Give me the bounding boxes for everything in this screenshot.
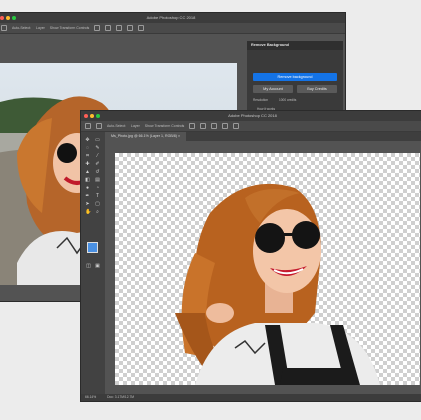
eyedropper-icon[interactable]: ⁄ xyxy=(95,154,100,159)
home-icon[interactable] xyxy=(85,123,91,130)
credits-value: 1000 credits xyxy=(279,98,297,102)
zoom-dot[interactable] xyxy=(96,114,100,118)
eraser-icon[interactable]: ◧ xyxy=(85,178,90,183)
back-options-bar: Auto-Select: Layer Show Transform Contro… xyxy=(0,23,345,34)
close-dot[interactable] xyxy=(0,16,4,20)
move-icon[interactable] xyxy=(1,25,7,32)
history-brush-icon[interactable]: ↺ xyxy=(95,170,100,175)
front-title-bar: Adobe Photoshop CC 2018 xyxy=(81,111,421,121)
align-left-icon[interactable] xyxy=(189,123,196,130)
remove-background-button[interactable]: Remove background xyxy=(253,73,337,81)
document-info: Doc: 3.17M/12.7M xyxy=(107,395,135,399)
quick-select-icon[interactable]: ✎ xyxy=(95,146,100,151)
foreground-color-swatch[interactable] xyxy=(87,242,98,253)
marquee-icon[interactable]: ▭ xyxy=(95,138,100,143)
align-left-icon[interactable] xyxy=(94,25,101,32)
minimize-dot[interactable] xyxy=(6,16,10,20)
panel-title: Remove Background xyxy=(247,41,343,50)
align-center-icon[interactable] xyxy=(105,25,112,32)
minimize-dot[interactable] xyxy=(90,114,94,118)
status-bar: 66.14% Doc: 3.17M/12.7M xyxy=(81,394,421,401)
move-icon[interactable] xyxy=(95,123,102,130)
dodge-icon[interactable]: ◔ xyxy=(95,186,100,191)
zoom-level[interactable]: 66.14% xyxy=(85,395,96,399)
option-auto-select[interactable]: Auto-Select: xyxy=(107,124,126,128)
front-options-bar: Auto-Select: Layer Show Transform Contro… xyxy=(81,121,421,132)
align-center-icon[interactable] xyxy=(200,123,207,130)
distribute-icon[interactable] xyxy=(127,25,134,32)
back-window-title: Adobe Photoshop CC 2018 xyxy=(146,15,196,20)
hand-icon[interactable]: ✋ xyxy=(85,210,91,215)
blur-icon[interactable]: ● xyxy=(85,186,90,191)
path-select-icon[interactable]: ➤ xyxy=(85,202,90,207)
type-icon[interactable]: T xyxy=(95,194,100,199)
front-photoshop-window: Adobe Photoshop CC 2018 Auto-Select: Lay… xyxy=(80,110,421,402)
buy-credits-button[interactable]: Buy Credits xyxy=(297,85,337,93)
distribute-icon[interactable] xyxy=(222,123,229,130)
shape-icon[interactable]: ▢ xyxy=(95,202,100,207)
front-window-title: Adobe Photoshop CC 2018 xyxy=(228,113,277,118)
zoom-icon[interactable]: ⌕ xyxy=(95,210,100,215)
quick-mask-icon[interactable]: ◫ xyxy=(86,264,91,269)
option-transform[interactable]: Show Transform Controls xyxy=(50,26,90,30)
document-tab[interactable]: Ms_Photo.jpg @ 66.1% (Layer 1, RGB/8) × xyxy=(105,132,187,141)
pen-icon[interactable]: ✒ xyxy=(85,194,90,199)
screen-mode-icon[interactable]: ▣ xyxy=(95,264,100,269)
resolution-label: Resolution xyxy=(253,98,269,102)
3d-mode-icon[interactable] xyxy=(138,25,145,32)
align-right-icon[interactable] xyxy=(116,25,123,32)
remove-background-panel: Remove Background Remove background My A… xyxy=(247,41,343,121)
option-layer[interactable]: Layer xyxy=(36,26,45,30)
stamp-icon[interactable]: ▲ xyxy=(85,170,90,175)
option-auto-select[interactable]: Auto-Select: xyxy=(12,26,31,30)
crop-icon[interactable]: ⌗ xyxy=(85,154,90,159)
lasso-icon[interactable]: ◌ xyxy=(85,146,90,151)
close-dot[interactable] xyxy=(84,114,88,118)
option-transform[interactable]: Show Transform Controls xyxy=(145,124,185,128)
healing-icon[interactable]: ✚ xyxy=(85,162,90,167)
gradient-icon[interactable]: ▤ xyxy=(95,178,100,183)
document-tab-bar: Ms_Photo.jpg @ 66.1% (Layer 1, RGB/8) × xyxy=(105,132,421,141)
move-icon[interactable]: ✥ xyxy=(85,138,90,143)
option-layer[interactable]: Layer xyxy=(131,124,140,128)
brush-icon[interactable]: ✐ xyxy=(95,162,100,167)
my-account-button[interactable]: My Account xyxy=(253,85,293,93)
tools-panel: ✥ ▭ ◌ ✎ ⌗ ⁄ ✚ ✐ ▲ ↺ ◧ ▤ ● ◔ ✒ T ➤ ▢ ✋ ⌕ … xyxy=(81,132,105,394)
cutout-photo xyxy=(175,183,380,385)
zoom-dot[interactable] xyxy=(12,16,16,20)
align-right-icon[interactable] xyxy=(211,123,218,130)
back-title-bar: Adobe Photoshop CC 2018 xyxy=(0,13,345,23)
3d-mode-icon[interactable] xyxy=(233,123,240,130)
document-canvas[interactable] xyxy=(115,153,420,385)
